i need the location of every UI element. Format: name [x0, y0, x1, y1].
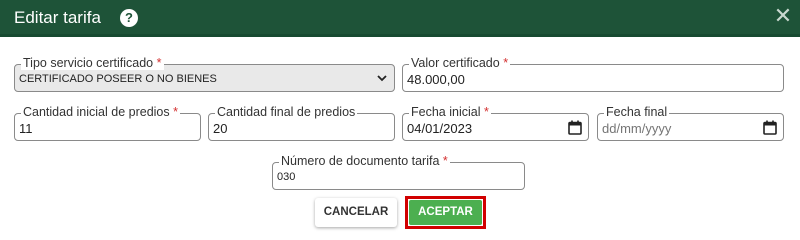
calendar-icon[interactable] [763, 120, 777, 135]
valor-certificado-field[interactable]: Valor certificado * 48.000,00 [402, 56, 784, 92]
accept-button[interactable]: ACEPTAR [409, 200, 482, 225]
cantidad-final-label: Cantidad final de predios [215, 105, 358, 119]
fecha-inicial-value: 04/01/2023 [407, 121, 473, 136]
chevron-down-icon [377, 75, 387, 82]
fecha-final-placeholder: dd/mm/yyyy [602, 121, 672, 136]
valor-certificado-value: 48.000,00 [407, 72, 465, 87]
fecha-final-field[interactable]: Fecha final dd/mm/yyyy [597, 105, 784, 141]
close-icon[interactable]: ✕ [772, 6, 794, 28]
valor-certificado-label: Valor certificado * [409, 56, 511, 70]
cantidad-final-value: 20 [213, 121, 228, 136]
fecha-final-label: Fecha final [604, 105, 670, 119]
numero-documento-field[interactable]: Número de documento tarifa * 030 [272, 154, 525, 190]
calendar-icon[interactable] [568, 120, 582, 135]
cantidad-inicial-field[interactable]: Cantidad inicial de predios * 11 [14, 105, 201, 141]
cantidad-inicial-label: Cantidad inicial de predios * [21, 105, 180, 119]
numero-documento-label: Número de documento tarifa * [279, 154, 450, 168]
dialog-title: Editar tarifa [14, 8, 101, 27]
dialog-header: Editar tarifa ? ✕ [0, 0, 800, 37]
fecha-inicial-field[interactable]: Fecha inicial * 04/01/2023 [402, 105, 589, 141]
fecha-inicial-label: Fecha inicial * [409, 105, 491, 119]
cancel-button[interactable]: CANCELAR [315, 198, 397, 227]
help-icon[interactable]: ? [120, 9, 138, 27]
tipo-servicio-select[interactable]: Tipo servicio certificado * CERTIFICADO … [14, 56, 395, 92]
numero-documento-value: 030 [277, 171, 296, 183]
cantidad-final-field[interactable]: Cantidad final de predios 20 [208, 105, 395, 141]
cantidad-inicial-value: 11 [19, 121, 33, 136]
tipo-servicio-value: CERTIFICADO POSEER O NO BIENES [19, 73, 217, 85]
tipo-servicio-label: Tipo servicio certificado * [21, 56, 164, 70]
